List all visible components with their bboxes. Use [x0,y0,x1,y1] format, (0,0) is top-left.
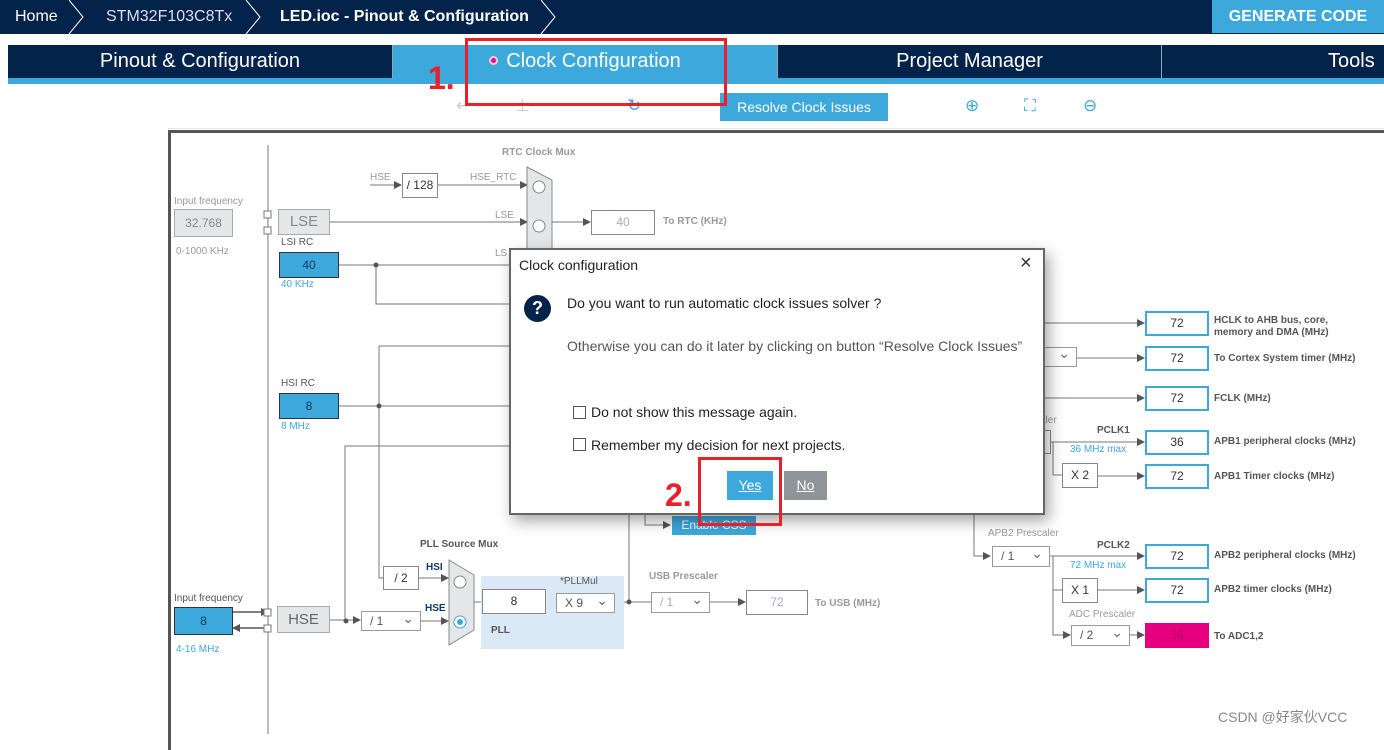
lse-range: 0-1000 KHz [176,246,229,257]
hsi-label: HSI RC [281,378,315,389]
rtc-mux-label: RTC Clock Mux [502,147,576,158]
question-icon: ? [524,295,551,322]
do-not-show-label: Do not show this message again. [591,404,798,420]
hse-input-label: Input frequency [174,593,243,604]
usb-prescaler-label: USB Prescaler [649,571,718,582]
systick-label: To Cortex System timer (MHz) [1214,353,1356,364]
lsi-unit: 40 KHz [281,279,314,290]
pll-label: PLL [491,625,510,636]
pll-mul-dropdown[interactable]: X 9 [556,591,615,613]
fclk-label: FCLK (MHz) [1214,393,1271,404]
rtc-lse-label: LSE [495,210,514,221]
apb1-periph-label: APB1 peripheral clocks (MHz) [1214,436,1356,447]
hclk-label: HCLK to AHB bus, core, memory and DMA (M… [1214,315,1329,337]
hse-block: HSE [277,606,330,633]
hse-rtc-label: HSE_RTC [470,172,517,183]
pll-mux-hsi: HSI [426,562,443,573]
hse-prediv-dropdown[interactable]: / 1 [361,609,421,631]
dialog-title: Clock configuration [519,257,639,273]
lse-input-label: Input frequency [174,196,243,207]
pll-mux-shape [448,559,475,646]
apb1-periph-value[interactable]: 36 [1145,430,1209,455]
systick-value[interactable]: 72 [1145,346,1209,371]
pclk2-max: 72 MHz max [1070,560,1127,571]
dialog-info: Otherwise you can do it later by clickin… [567,338,1023,354]
adc-prescaler-dropdown[interactable]: / 2 [1071,623,1130,646]
pclk2-label: PCLK2 [1097,540,1130,551]
hsi-value: 8 [279,393,339,419]
annotation-step-2: 2. [665,477,692,513]
do-not-show-checkbox[interactable] [573,406,586,419]
hse-range: 4-16 MHz [176,644,220,655]
pll-mux-hse: HSE [425,603,446,614]
apb2-periph-label: APB2 peripheral clocks (MHz) [1214,550,1356,561]
apb2-prescaler-dropdown[interactable]: / 1 [992,544,1050,567]
apb1-timer-label: APB1 Timer clocks (MHz) [1214,471,1335,482]
lsi-value: 40 [279,252,339,278]
rtc-divider: / 128 [402,173,438,198]
dialog-question: Do you want to run automatic clock issue… [567,295,882,311]
apb1-timer-multiplier: X 2 [1062,463,1098,488]
adc-label: To ADC1,2 [1214,631,1264,642]
usb-value: 72 [746,590,808,615]
usb-prescaler-dropdown[interactable]: / 1 [651,590,710,613]
remember-label: Remember my decision for next projects. [591,437,846,453]
rtc-mux-shape [526,166,553,251]
rtc-hse-label: HSE [370,172,391,183]
apb2-periph-value[interactable]: 72 [1145,544,1209,569]
rtc-value: 40 [591,210,655,235]
annotation-step-1: 1. [428,60,455,96]
adc-prescaler-label: ADC Prescaler [1069,609,1136,620]
close-icon[interactable]: × [1020,252,1032,275]
apb2-timer-value[interactable]: 72 [1145,578,1209,603]
hse-input-field[interactable]: 8 [174,607,233,635]
rtc-output-label: To RTC (KHz) [663,216,727,227]
hclk-value[interactable]: 72 [1145,311,1209,336]
rtc-lsi-label: LS [495,248,508,259]
lsi-label: LSI RC [281,237,314,248]
apb1-timer-value[interactable]: 72 [1145,464,1209,489]
apb2-prescaler-label: APB2 Prescaler [988,528,1059,539]
pclk1-max: 36 MHz max [1070,444,1127,455]
apb2-timer-label: APB2 timer clocks (MHz) [1214,584,1332,595]
no-button[interactable]: No [784,471,827,500]
annotation-box-1 [465,38,727,106]
fclk-value[interactable]: 72 [1145,386,1209,411]
watermark: CSDN @好家伙VCC [1218,709,1348,725]
hsi-div2: / 2 [383,566,419,590]
lse-input-field[interactable]: 32.768 [174,209,233,237]
pll-input-value: 8 [482,589,546,614]
hsi-unit: 8 MHz [281,421,310,432]
lse-block: LSE [278,209,330,235]
pclk1-label: PCLK1 [1097,425,1130,436]
pll-mul-label: *PLLMul [560,576,598,587]
remember-checkbox[interactable] [573,438,586,451]
usb-output-label: To USB (MHz) [815,598,881,609]
apb2-timer-multiplier: X 1 [1062,578,1098,603]
pll-mux-label: PLL Source Mux [420,539,499,550]
annotation-box-2 [698,457,782,526]
adc-value[interactable]: 36 [1145,623,1209,648]
systick-divider-dropdown[interactable] [1044,345,1077,367]
